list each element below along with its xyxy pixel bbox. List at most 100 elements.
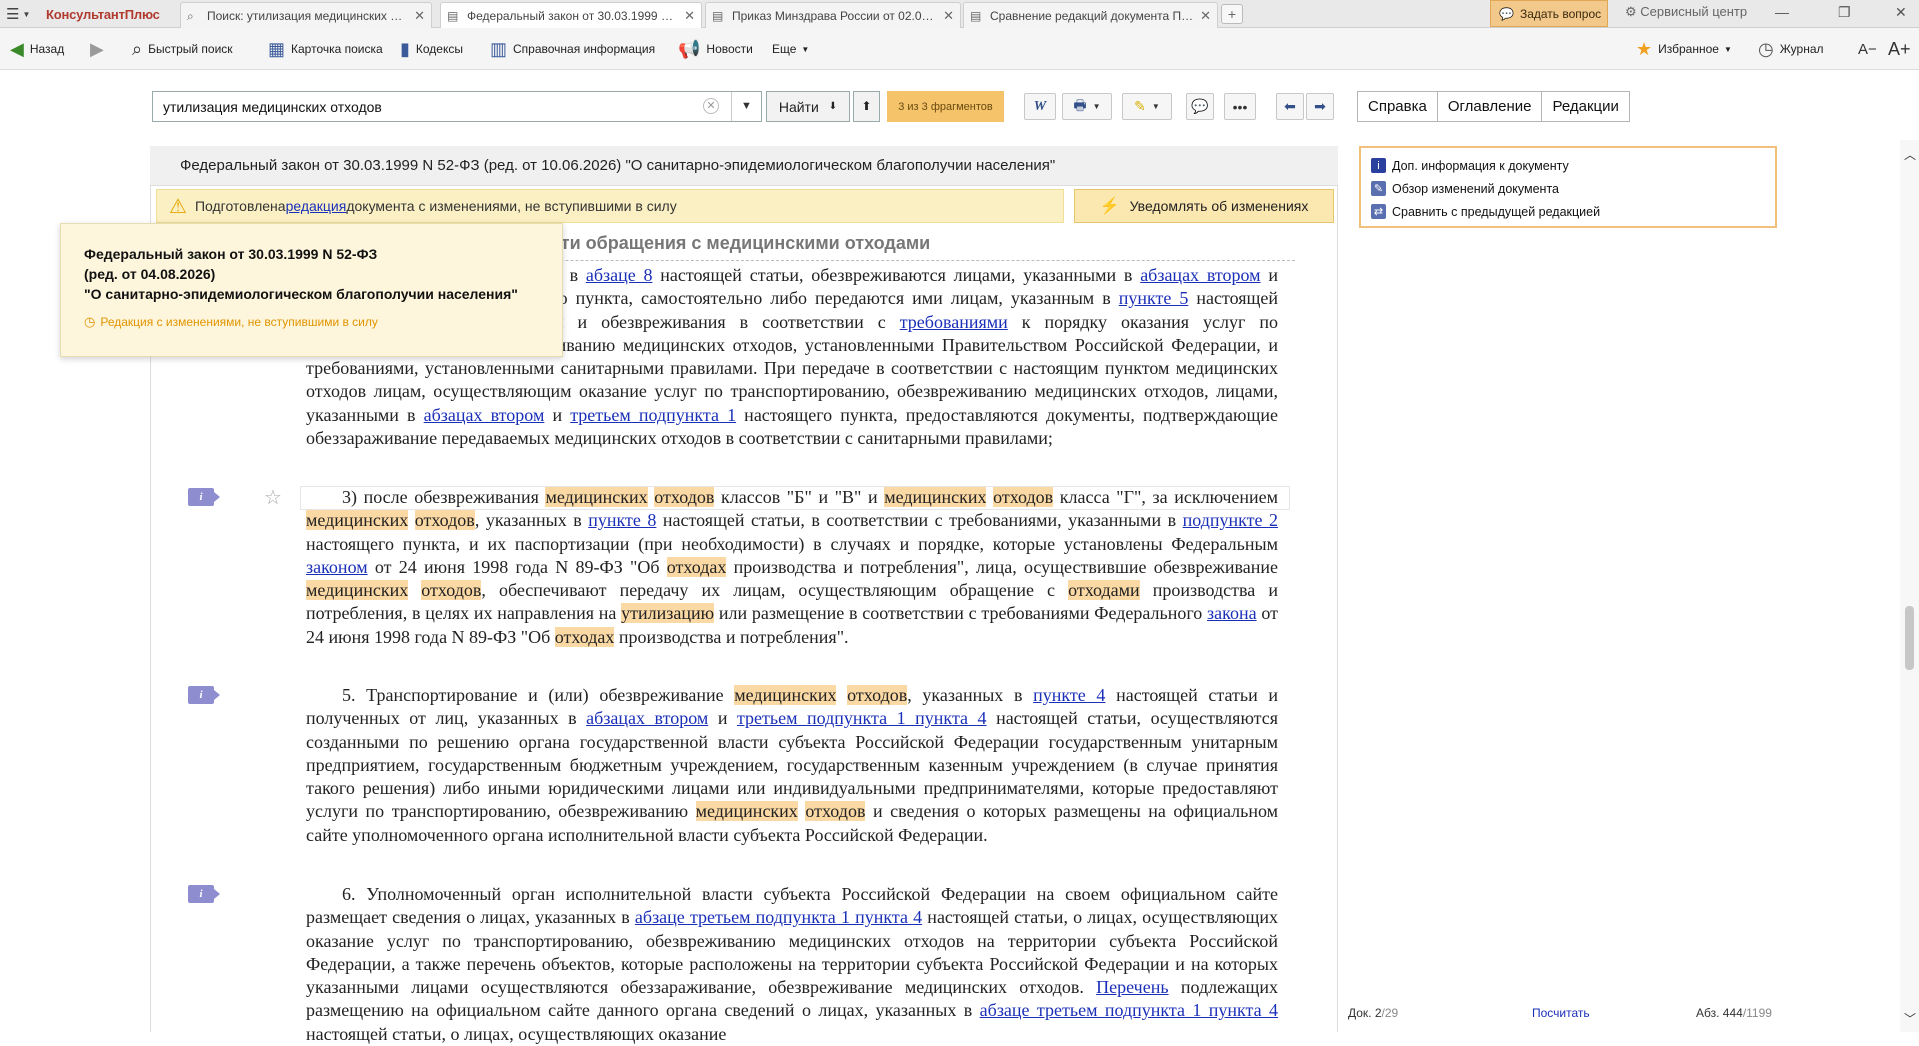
card-icon: ▦ <box>268 38 286 59</box>
highlight-button[interactable]: ✎ ▼ <box>1122 93 1172 120</box>
doc-link[interactable]: третьем подпункта 1 <box>570 405 736 425</box>
doc-link[interactable]: законом <box>306 557 368 577</box>
vertical-scrollbar[interactable]: ︿ ﹀ <box>1900 140 1919 1032</box>
scroll-thumb[interactable] <box>1905 606 1914 670</box>
doc-link[interactable]: третьем подпункта 1 пункта 4 <box>737 708 987 728</box>
codes-button[interactable]: ▮ Кодексы <box>400 36 463 62</box>
find-button[interactable]: Найти ⬇ <box>766 91 850 122</box>
search-field-wrapper: ✕ ▼ <box>152 91 762 122</box>
clear-icon[interactable]: ✕ <box>703 98 719 114</box>
quick-search-button[interactable]: ⌕ Быстрый поиск <box>132 36 233 62</box>
close-icon[interactable]: ✕ <box>684 8 695 24</box>
close-window-icon[interactable]: ✕ <box>1895 4 1907 21</box>
tooltip-name: "О санитарно-эпидемиологическом благопол… <box>84 286 518 302</box>
history-icon: ◷ <box>1758 38 1774 59</box>
new-tab-button[interactable]: + <box>1221 4 1243 24</box>
scroll-up-icon[interactable]: ︿ <box>1904 146 1916 163</box>
tab-reference[interactable]: Справка <box>1357 91 1438 122</box>
info-item-additional[interactable]: i Доп. информация к документу <box>1371 154 1765 177</box>
news-button[interactable]: 📢 Новости <box>678 36 753 62</box>
forward-button[interactable]: ▶ <box>90 36 110 62</box>
comment-button[interactable]: 💬 <box>1186 93 1214 120</box>
tab-search[interactable]: ⌕ Поиск: утилизация медицинских отходов … <box>180 2 432 28</box>
service-center-link[interactable]: ⚙ Сервисный центр <box>1625 4 1747 20</box>
journal-button[interactable]: ◷ Журнал <box>1758 36 1824 62</box>
font-smaller-button[interactable]: A− <box>1858 36 1877 62</box>
edition-link[interactable]: редакция <box>286 198 347 214</box>
journal-label: Журнал <box>1779 42 1824 56</box>
text: классов "Б" и "В" и <box>714 487 885 507</box>
doc-link[interactable]: пункте 4 <box>1033 685 1105 705</box>
search-history-dropdown[interactable]: ▼ <box>731 92 761 121</box>
search-hit: отходами <box>1068 580 1140 601</box>
back-button[interactable]: ◀ Назад <box>10 36 64 62</box>
service-center-label: Сервисный центр <box>1640 4 1748 19</box>
doc-link[interactable]: абзацах втором <box>1140 265 1260 285</box>
tab-federal-law[interactable]: ▤ Федеральный закон от 30.03.1999 N 52-Ф… <box>440 2 702 29</box>
tab-order-minzdrav[interactable]: ▤ Приказ Минздрава России от 02.05.2023 … <box>705 2 961 28</box>
arrow-left-icon: ◀ <box>10 38 24 59</box>
doc-link[interactable]: пункте 8 <box>588 510 656 530</box>
doc-link[interactable]: пункте 5 <box>1119 288 1189 308</box>
search-hit: медицинских <box>306 580 409 601</box>
paragraph-5: 5. Транспортирование и (или) обезврежива… <box>306 684 1278 847</box>
codes-label: Кодексы <box>415 42 463 56</box>
ask-question-button[interactable]: 💬 Задать вопрос <box>1490 0 1608 27</box>
next-doc-button[interactable]: ➡ <box>1306 93 1334 120</box>
tab-compare[interactable]: ▤ Сравнение редакций документа Приказ ✕ <box>963 2 1218 28</box>
text: производства и потребления", лица, осуще… <box>726 556 1279 577</box>
doc-link[interactable]: абзаце третьем подпункта 1 пункта 4 <box>635 907 922 927</box>
document-info-panel: i Доп. информация к документу ✎ Обзор из… <box>1359 146 1777 228</box>
maximize-icon[interactable]: ❐ <box>1838 4 1851 21</box>
chevron-down-icon: ▼ <box>22 9 31 19</box>
doc-link[interactable]: абзацах втором <box>586 708 708 728</box>
marker-icon: ✎ <box>1134 98 1146 114</box>
main-menu-button[interactable]: ☰ ▼ <box>6 4 36 24</box>
notice-text-after: документа с изменениями, не вступившими … <box>346 198 677 214</box>
more-actions-button[interactable]: ••• <box>1224 93 1256 120</box>
brand-logo[interactable]: КонсультантПлюс <box>40 3 166 25</box>
text: производства и потребления". <box>614 626 849 647</box>
doc-link[interactable]: требованиями <box>900 312 1008 332</box>
close-icon[interactable]: ✕ <box>1200 8 1211 24</box>
tab-editions[interactable]: Редакции <box>1541 91 1630 122</box>
search-card-button[interactable]: ▦ Карточка поиска <box>268 36 383 62</box>
reference-info-button[interactable]: ▥ Справочная информация <box>490 36 655 62</box>
paragraph-info-icon[interactable]: i <box>188 885 220 903</box>
favorites-button[interactable]: ★ Избранное ▼ <box>1636 36 1732 62</box>
prev-doc-button[interactable]: ⬅ <box>1276 93 1304 120</box>
tab-contents[interactable]: Оглавление <box>1436 91 1543 122</box>
count-link[interactable]: Посчитать <box>1532 1006 1590 1020</box>
doc-link[interactable]: абзацах втором <box>424 405 545 425</box>
paragraph-counter: Абз. 444/1199 <box>1696 1006 1772 1020</box>
find-previous-button[interactable]: ⬆ <box>853 91 880 122</box>
notify-changes-button[interactable]: ⚡ Уведомлять об изменениях <box>1074 189 1334 223</box>
minimize-icon[interactable]: — <box>1775 4 1789 20</box>
doc-link[interactable]: Перечень <box>1096 977 1168 997</box>
doc-link[interactable]: подпункте 2 <box>1183 510 1278 530</box>
doc-link[interactable]: закона <box>1207 603 1257 623</box>
chat-icon: 💬 <box>1499 6 1514 21</box>
text: настоящей статьи, в соответствии с требо… <box>656 510 1183 531</box>
doc-link[interactable]: абзаце 8 <box>586 265 653 285</box>
print-button[interactable]: 🖶 ▼ <box>1062 93 1112 120</box>
arrow-up-icon: ⬆ <box>861 99 872 113</box>
search-hit: отходов <box>421 580 482 601</box>
more-menu[interactable]: Еще ▼ <box>772 36 809 62</box>
search-card-label: Карточка поиска <box>291 42 383 56</box>
close-icon[interactable]: ✕ <box>414 8 425 24</box>
search-input[interactable] <box>153 92 693 121</box>
scroll-down-icon[interactable]: ﹀ <box>1904 1010 1916 1027</box>
font-larger-button[interactable]: A+ <box>1888 36 1911 62</box>
star-outline-icon[interactable]: ☆ <box>264 485 282 510</box>
search-hit: отходах <box>666 556 727 577</box>
paragraph-info-icon[interactable]: i <box>188 686 220 704</box>
ask-question-label: Задать вопрос <box>1519 6 1602 21</box>
paragraph-info-icon[interactable]: i <box>188 488 220 506</box>
info-item-changes-review[interactable]: ✎ Обзор изменений документа <box>1371 177 1765 200</box>
info-item-compare[interactable]: ⇄ Сравнить с предыдущей редакцией <box>1371 200 1765 223</box>
arrow-right-icon: ▶ <box>90 38 104 59</box>
doc-link[interactable]: абзаце третьем подпункта 1 пункта 4 <box>980 1000 1278 1020</box>
close-icon[interactable]: ✕ <box>943 8 954 24</box>
export-word-button[interactable]: W <box>1024 93 1056 120</box>
